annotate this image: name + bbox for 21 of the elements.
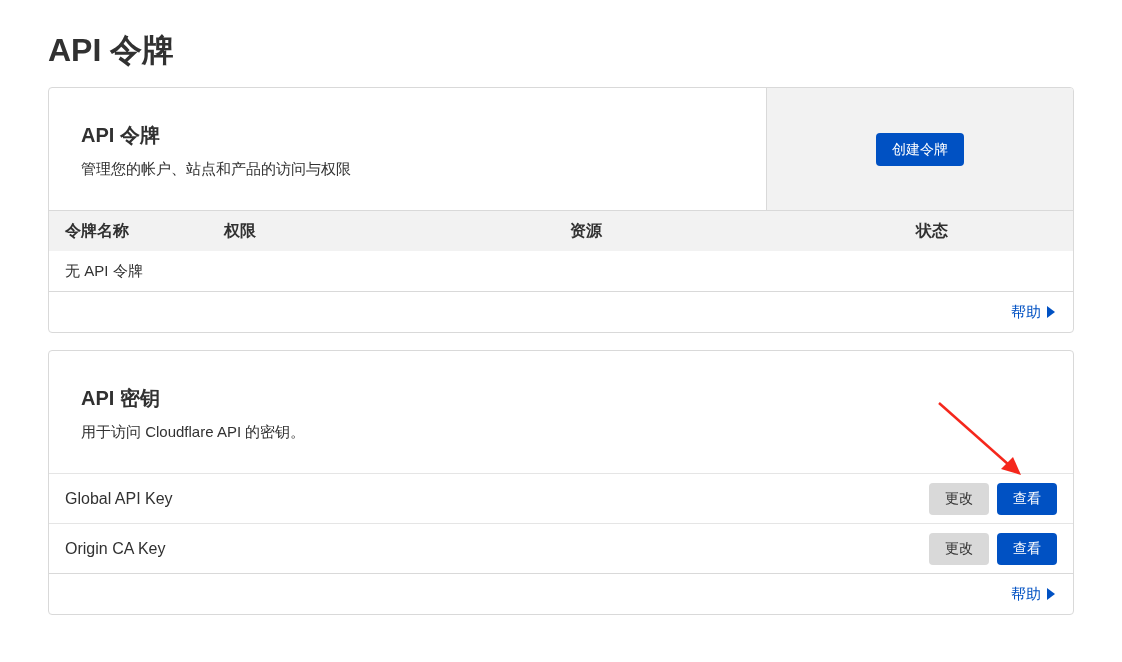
create-token-button[interactable]: 创建令牌 [876,132,964,166]
help-link[interactable]: 帮助 [1011,300,1055,324]
empty-message: 无 API 令牌 [65,260,143,281]
card-title: API 令牌 [81,122,160,148]
view-button[interactable]: 查看 [997,482,1057,515]
column-header: 权限 [224,222,256,239]
view-button[interactable]: 查看 [997,532,1057,565]
page-title: API 令牌 [48,31,175,70]
card-description: 管理您的帐户、站点和产品的访问与权限 [81,158,351,179]
column-header: 令牌名称 [65,222,129,239]
change-button[interactable]: 更改 [929,532,989,565]
key-name: Origin CA Key [65,538,166,559]
card-description: 用于访问 Cloudflare API 的密钥。 [81,421,306,442]
help-link[interactable]: 帮助 [1011,582,1055,606]
column-header: 状态 [916,222,948,239]
card-title: API 密钥 [81,385,160,411]
change-button[interactable]: 更改 [929,482,989,515]
caret-icon [1047,306,1055,318]
caret-icon [1047,588,1055,600]
key-name: Global API Key [65,488,173,509]
column-header: 资源 [570,222,602,239]
